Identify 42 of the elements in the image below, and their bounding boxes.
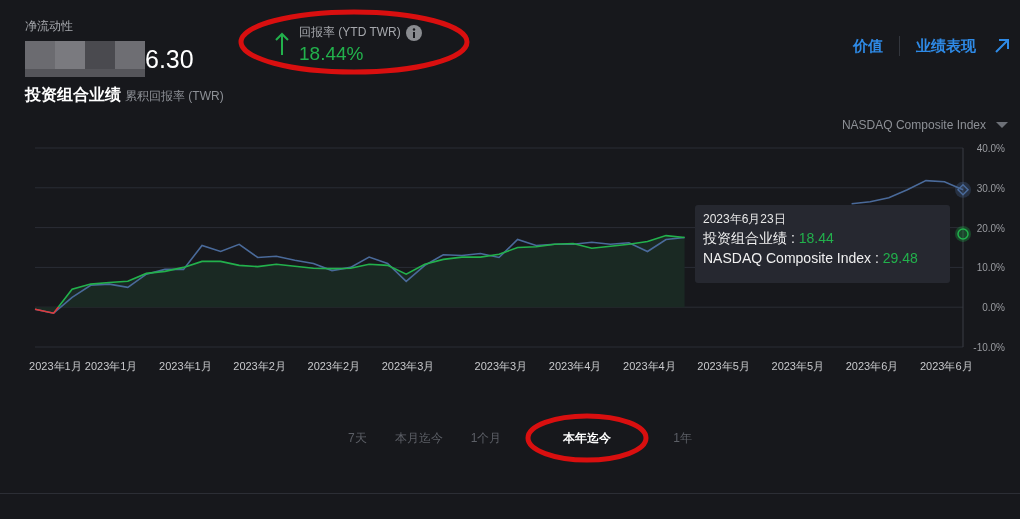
x-axis-label: 2023年1月	[84, 360, 138, 372]
portfolio-subtitle: 累积回报率 (TWR)	[125, 88, 224, 105]
x-axis-label: 2023年2月	[233, 360, 286, 372]
range-tab[interactable]: 本月迄今	[392, 429, 445, 447]
tooltip-row-text: 投资组合业绩 : 18.44	[703, 230, 835, 248]
range-tab[interactable]: 1年	[671, 429, 695, 447]
up-arrow-icon	[275, 32, 289, 56]
x-axis-label: 2023年6月	[920, 360, 973, 372]
info-icon[interactable]	[405, 24, 422, 41]
x-axis-label: 2023年1月	[159, 360, 212, 372]
y-axis-label: 10.0%	[976, 262, 1005, 274]
y-axis-label: 20.0%	[976, 222, 1005, 234]
x-axis-label: 2023年6月	[845, 360, 899, 372]
y-axis-label: -10.0%	[973, 342, 1005, 353]
portfolio-title: 投资组合业绩	[25, 85, 121, 105]
net-liquidity-label: 净流动性	[25, 18, 74, 35]
return-value: 18.44%	[299, 43, 365, 65]
tooltip-date: 2023年6月23日	[703, 211, 787, 228]
tooltip-row-text: NASDAQ Composite Index : 29.48	[703, 250, 919, 266]
x-axis-label: 2023年4月	[548, 360, 602, 372]
x-axis-label: 2023年2月	[307, 360, 361, 372]
y-axis-label: 40.0%	[976, 143, 1005, 154]
benchmark-dropdown[interactable]: NASDAQ Composite Index	[841, 118, 1008, 132]
x-axis-label: 2023年1月	[29, 360, 82, 372]
external-link-icon[interactable]	[994, 38, 1010, 54]
y-axis-label: 0.0%	[982, 302, 1005, 314]
x-axis-label: 2023年4月	[623, 360, 676, 372]
caret-icon	[996, 121, 1008, 129]
point-marker	[955, 225, 971, 242]
x-axis-label: 2023年5月	[771, 360, 825, 372]
portfolio-value: 6.30	[145, 44, 194, 74]
range-tab[interactable]: 1个月	[468, 429, 504, 447]
return-label: 回报率 (YTD TWR)	[299, 24, 401, 41]
y-axis-label: 30.0%	[976, 182, 1005, 194]
range-tab[interactable]: 7天	[345, 429, 369, 447]
x-axis-label: 2023年3月	[381, 360, 435, 372]
view-link[interactable]: 价值	[853, 36, 883, 56]
range-tab[interactable]: 本年迄今	[561, 429, 614, 447]
x-axis-label: 2023年5月	[697, 360, 750, 372]
x-axis-label: 2023年3月	[474, 360, 528, 372]
point-marker	[955, 181, 971, 198]
view-link[interactable]: 业绩表现	[916, 36, 976, 56]
